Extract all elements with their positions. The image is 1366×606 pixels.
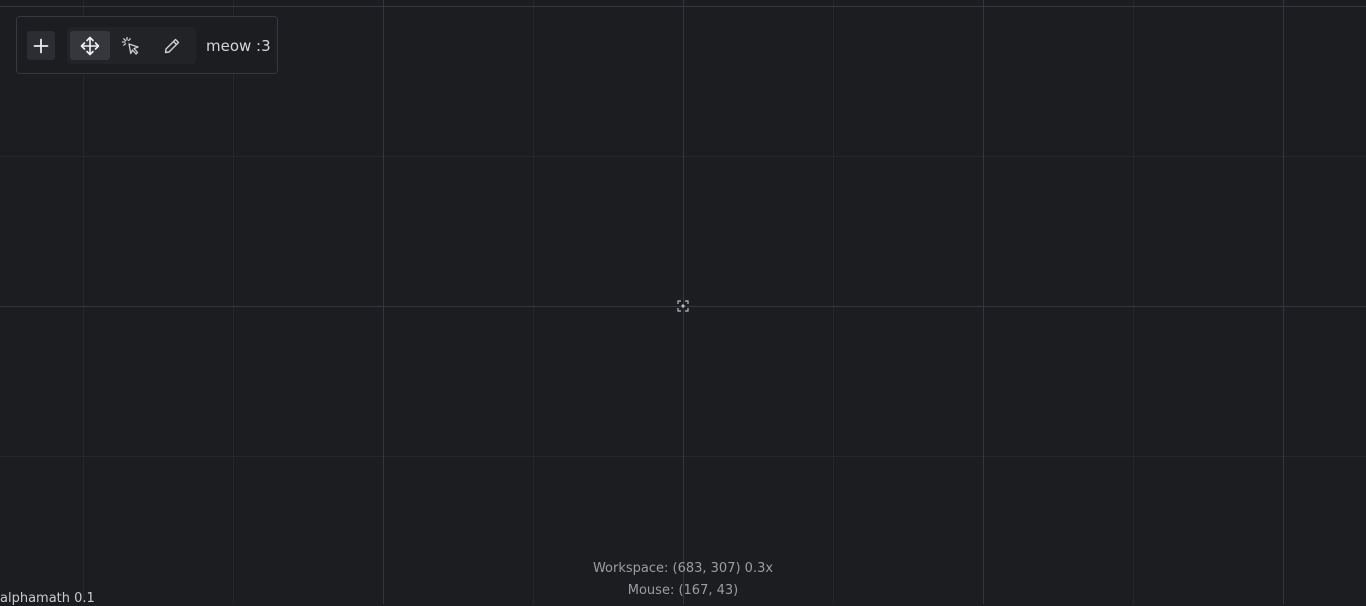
canvas-workspace[interactable] <box>0 0 1366 604</box>
cursor-click-icon <box>121 36 139 55</box>
project-name[interactable]: meow :3 <box>206 35 271 57</box>
mouse-status: Mouse: (167, 43) <box>627 583 739 598</box>
select-tool-button[interactable] <box>111 31 151 60</box>
plus-icon <box>33 38 49 53</box>
workspace-status: Workspace: (683, 307) 0.3x <box>592 561 774 576</box>
move-tool-button[interactable] <box>70 31 110 60</box>
focus-center-icon[interactable] <box>677 300 689 312</box>
draw-tool-button[interactable] <box>152 31 192 60</box>
toolbar: meow :3 <box>16 16 278 74</box>
tool-group <box>67 27 196 64</box>
pencil-icon <box>164 38 180 53</box>
add-button[interactable] <box>27 31 55 60</box>
move-arrows-icon <box>80 36 100 55</box>
